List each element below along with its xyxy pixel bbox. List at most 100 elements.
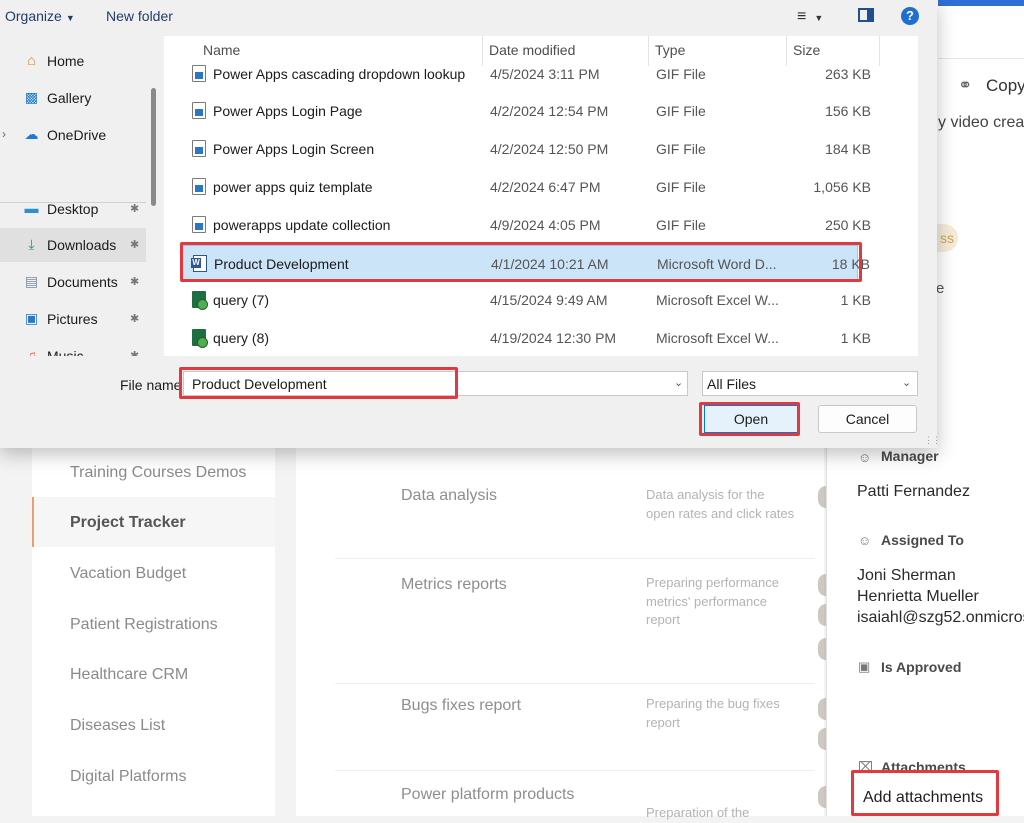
sidebar-item-diseases-list[interactable]: Diseases List bbox=[70, 717, 165, 735]
person-icon: ☺ bbox=[858, 450, 872, 465]
file-row[interactable]: Power Apps Login Page 4/2/2024 12:54 PM … bbox=[182, 93, 871, 129]
new-folder-button[interactable]: New folder bbox=[106, 8, 173, 24]
nav-item-pictures[interactable]: ▣ Pictures ✱ bbox=[0, 302, 146, 336]
file-type: Microsoft Excel W... bbox=[656, 292, 779, 308]
download-icon: ⤓ bbox=[28, 236, 35, 252]
copy-link-button[interactable]: Copy bbox=[986, 76, 1024, 96]
file-type: GIF File bbox=[656, 217, 706, 233]
onedrive-icon: ☁ bbox=[24, 126, 39, 142]
file-size: 263 KB bbox=[825, 66, 871, 82]
sidebar-item-digital-platforms[interactable]: Digital Platforms bbox=[70, 768, 186, 786]
pin-icon[interactable]: ✱ bbox=[130, 202, 139, 215]
nav-item-onedrive[interactable]: ☁ OneDrive bbox=[0, 118, 146, 152]
nav-item-label: Pictures bbox=[47, 311, 98, 327]
organize-label: Organize bbox=[5, 8, 62, 24]
nav-item-documents[interactable]: ▤ Documents ✱ bbox=[0, 265, 146, 299]
excel-file-icon bbox=[192, 329, 208, 348]
panel-divider bbox=[938, 58, 1024, 59]
cancel-button[interactable]: Cancel bbox=[818, 405, 917, 433]
file-size: 250 KB bbox=[825, 217, 871, 233]
file-date: 4/15/2024 9:49 AM bbox=[490, 292, 608, 308]
task-description: Preparation of the bbox=[646, 805, 750, 820]
manager-label: Manager bbox=[881, 448, 939, 464]
resize-grip-icon[interactable]: ⋮⋮ bbox=[924, 435, 941, 446]
chevron-down-icon[interactable]: ⌄ bbox=[674, 376, 683, 389]
nav-item-label: Downloads bbox=[47, 237, 117, 253]
sidebar-item-healthcare-crm[interactable]: Healthcare CRM bbox=[70, 666, 188, 684]
highlight-selected-file bbox=[180, 242, 862, 282]
chevron-down-icon: ▼ bbox=[65, 13, 75, 23]
assigned-to-label: Assigned To bbox=[881, 532, 964, 548]
toggle-icon: ▣ bbox=[858, 659, 871, 674]
file-row[interactable]: query (8) 4/19/2024 12:30 PM Microsoft E… bbox=[182, 320, 871, 356]
file-name: powerapps update collection bbox=[213, 217, 391, 233]
preview-pane-icon[interactable] bbox=[858, 8, 874, 22]
add-attachments-label: Add attachments bbox=[863, 789, 984, 806]
assignee: Joni Sherman bbox=[857, 567, 956, 584]
nav-item-label: OneDrive bbox=[47, 127, 107, 143]
sort-ascending-icon: ⌃ bbox=[334, 36, 344, 44]
file-size: 184 KB bbox=[825, 141, 871, 157]
task-title[interactable]: Metrics reports bbox=[401, 576, 507, 594]
file-date: 4/9/2024 4:05 PM bbox=[490, 217, 601, 233]
manager-value: Patti Fernandez bbox=[857, 483, 970, 500]
sidebar-item-patient-registrations[interactable]: Patient Registrations bbox=[70, 616, 218, 634]
pictures-icon: ▣ bbox=[24, 310, 39, 326]
task-title[interactable]: Power platform products bbox=[401, 786, 574, 804]
sidebar-item-training-courses[interactable]: Training Courses Demos bbox=[70, 464, 246, 482]
pin-icon[interactable]: ✱ bbox=[130, 349, 139, 356]
sidebar-item-vacation-budget[interactable]: Vacation Budget bbox=[70, 565, 186, 583]
music-icon: ♫ bbox=[26, 347, 37, 357]
file-size: 1,056 KB bbox=[813, 179, 871, 195]
file-row[interactable]: Power Apps Login Screen 4/2/2024 12:50 P… bbox=[182, 131, 871, 167]
excel-file-icon bbox=[192, 291, 208, 310]
pin-icon[interactable]: ✱ bbox=[130, 238, 139, 251]
desktop-icon: ▬ bbox=[24, 200, 39, 216]
help-icon[interactable]: ? bbox=[901, 7, 919, 25]
file-name-label: File name bbox=[120, 377, 182, 393]
file-row[interactable]: powerapps update collection 4/9/2024 4:0… bbox=[182, 207, 871, 243]
gif-file-icon bbox=[192, 178, 206, 195]
file-type: GIF File bbox=[656, 66, 706, 82]
nav-item-desktop[interactable]: ▬ Desktop ✱ bbox=[0, 192, 146, 226]
add-attachments-button[interactable]: Add attachments bbox=[851, 770, 999, 816]
gif-file-icon bbox=[192, 102, 206, 119]
file-size: 1 KB bbox=[840, 292, 871, 308]
view-options-icon[interactable]: ≡ ▼ bbox=[797, 8, 823, 26]
nav-item-gallery[interactable]: ▩ Gallery bbox=[0, 81, 146, 115]
highlight-file-name bbox=[179, 367, 458, 399]
file-size: 156 KB bbox=[825, 103, 871, 119]
file-list: ⌃ Name Date modified Type Size Power App… bbox=[164, 36, 918, 356]
task-title[interactable]: Data analysis bbox=[401, 487, 497, 505]
nav-item-label: Home bbox=[47, 53, 85, 69]
file-date: 4/5/2024 3:11 PM bbox=[490, 66, 600, 82]
file-type: GIF File bbox=[656, 141, 706, 157]
file-date: 4/2/2024 6:47 PM bbox=[490, 179, 601, 195]
gif-file-icon bbox=[192, 140, 206, 157]
file-row[interactable]: power apps quiz template 4/2/2024 6:47 P… bbox=[182, 169, 871, 205]
nav-item-music[interactable]: ♫ Music ✱ bbox=[0, 339, 146, 357]
gif-file-icon bbox=[192, 65, 206, 82]
nav-item-label: Gallery bbox=[47, 90, 92, 106]
sidebar-item-project-tracker[interactable]: Project Tracker bbox=[70, 514, 186, 532]
file-row[interactable]: query (7) 4/15/2024 9:49 AM Microsoft Ex… bbox=[182, 282, 871, 318]
pin-icon[interactable]: ✱ bbox=[130, 312, 139, 325]
task-description: Preparing the bug fixes report bbox=[646, 696, 780, 730]
person-icon: ☺ bbox=[858, 533, 872, 548]
task-description: Data analysis for the open rates and cli… bbox=[646, 487, 795, 521]
file-name: query (7) bbox=[213, 292, 270, 308]
nav-scrollbar[interactable] bbox=[151, 88, 156, 206]
column-divider[interactable] bbox=[879, 36, 880, 66]
file-row[interactable]: Power Apps cascading dropdown lookup 4/5… bbox=[182, 56, 871, 92]
assignee: isaiahl@szg52.onmicros bbox=[857, 609, 1024, 626]
file-size: 1 KB bbox=[840, 330, 871, 346]
task-title[interactable]: Bugs fixes report bbox=[401, 697, 521, 715]
file-date: 4/2/2024 12:50 PM bbox=[490, 141, 609, 157]
pin-icon[interactable]: ✱ bbox=[130, 275, 139, 288]
organize-menu[interactable]: Organize ▼ bbox=[5, 8, 75, 24]
nav-item-home[interactable]: ⌂ Home bbox=[0, 44, 146, 78]
nav-item-downloads[interactable]: ⤓ Downloads ✱ bbox=[0, 228, 146, 262]
panel-text-fragment: e bbox=[936, 280, 945, 297]
file-type-select[interactable]: All Files ⌄ bbox=[702, 371, 918, 396]
link-icon: ⚭ bbox=[958, 76, 973, 95]
